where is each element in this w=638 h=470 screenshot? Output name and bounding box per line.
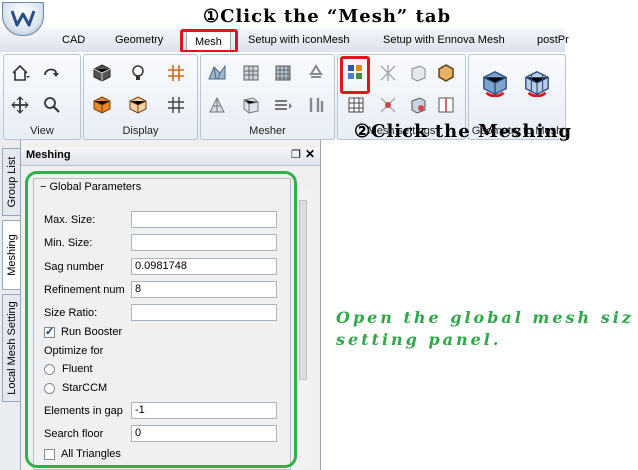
mesh-tab-highlight [180, 29, 238, 53]
app-logo-icon [11, 10, 35, 27]
tab-setup-ennova[interactable]: Setup with Ennova Mesh [383, 32, 505, 48]
volume-mesh-icon[interactable] [241, 95, 261, 115]
solid-display-icon[interactable] [92, 63, 112, 83]
panel-scroll-thumb[interactable] [299, 200, 307, 380]
tab-setup-iconmesh[interactable]: Setup with iconMesh [248, 32, 350, 48]
triangle-mesh-icon[interactable] [207, 95, 227, 115]
group-view-label: View [30, 125, 54, 137]
cube-settings-icon[interactable] [408, 63, 428, 83]
cube-color-icon[interactable] [408, 95, 428, 115]
light-bulb-icon[interactable] [128, 63, 148, 83]
scatter-mesh-icon[interactable] [378, 95, 398, 115]
geometry-to-mesh-icon[interactable] [481, 69, 509, 97]
shaded-color-icon[interactable] [92, 95, 112, 115]
tab-local-mesh-setting-label: Local Mesh Setting [5, 301, 18, 395]
region-grid-icon[interactable] [346, 95, 366, 115]
group-display: Display [83, 54, 198, 140]
group-display-label: Display [122, 125, 159, 137]
local-mesh-icon[interactable] [378, 63, 398, 83]
surface-mesh-icon[interactable] [207, 63, 227, 83]
tools-icon[interactable] [306, 95, 326, 115]
zoom-icon[interactable] [42, 95, 62, 115]
grid-display-icon[interactable] [166, 63, 186, 83]
pan-icon[interactable] [10, 95, 30, 115]
mesh-grid-icon[interactable] [241, 63, 261, 83]
step1-annotation: ①Click the “Mesh” tab [203, 6, 452, 27]
hex-mesh-icon[interactable] [273, 63, 293, 83]
rotate-view-icon[interactable] [42, 63, 62, 83]
tab-meshing-label: Meshing [5, 234, 18, 276]
meshing-icon-highlight [340, 56, 370, 94]
wireframe-box-icon[interactable] [128, 95, 148, 115]
hexagon-icon[interactable] [436, 63, 456, 83]
group-view: View [3, 54, 81, 140]
home-view-icon[interactable] [10, 63, 30, 83]
mesh-to-geometry-icon[interactable] [523, 69, 551, 97]
step2-annotation: ②Click the Meshing [354, 121, 573, 142]
tab-postpr[interactable]: postPr [537, 32, 569, 48]
pin-icon[interactable]: ❐ [291, 148, 301, 161]
panel-title: Meshing [26, 149, 71, 161]
panel-highlight [25, 171, 297, 468]
close-icon[interactable]: ✕ [305, 147, 315, 161]
recycle-icon[interactable] [306, 63, 326, 83]
tab-cad[interactable]: CAD [62, 32, 85, 48]
grid-lines-icon[interactable] [166, 95, 186, 115]
note-line1: Open the global mesh siz [336, 308, 634, 327]
split-panel-icon[interactable] [436, 95, 456, 115]
tab-group-list[interactable]: Group List [2, 148, 21, 216]
note-line2: setting panel. [336, 330, 502, 349]
tab-geometry[interactable]: Geometry [115, 32, 163, 48]
tab-local-mesh-setting[interactable]: Local Mesh Setting [2, 294, 21, 402]
group-mesher: Mesher [200, 54, 335, 140]
layer-mesh-icon[interactable] [273, 95, 293, 115]
group-mesher-label: Mesher [249, 125, 286, 137]
tab-group-list-label: Group List [5, 156, 18, 208]
tab-meshing[interactable]: Meshing [2, 220, 21, 290]
